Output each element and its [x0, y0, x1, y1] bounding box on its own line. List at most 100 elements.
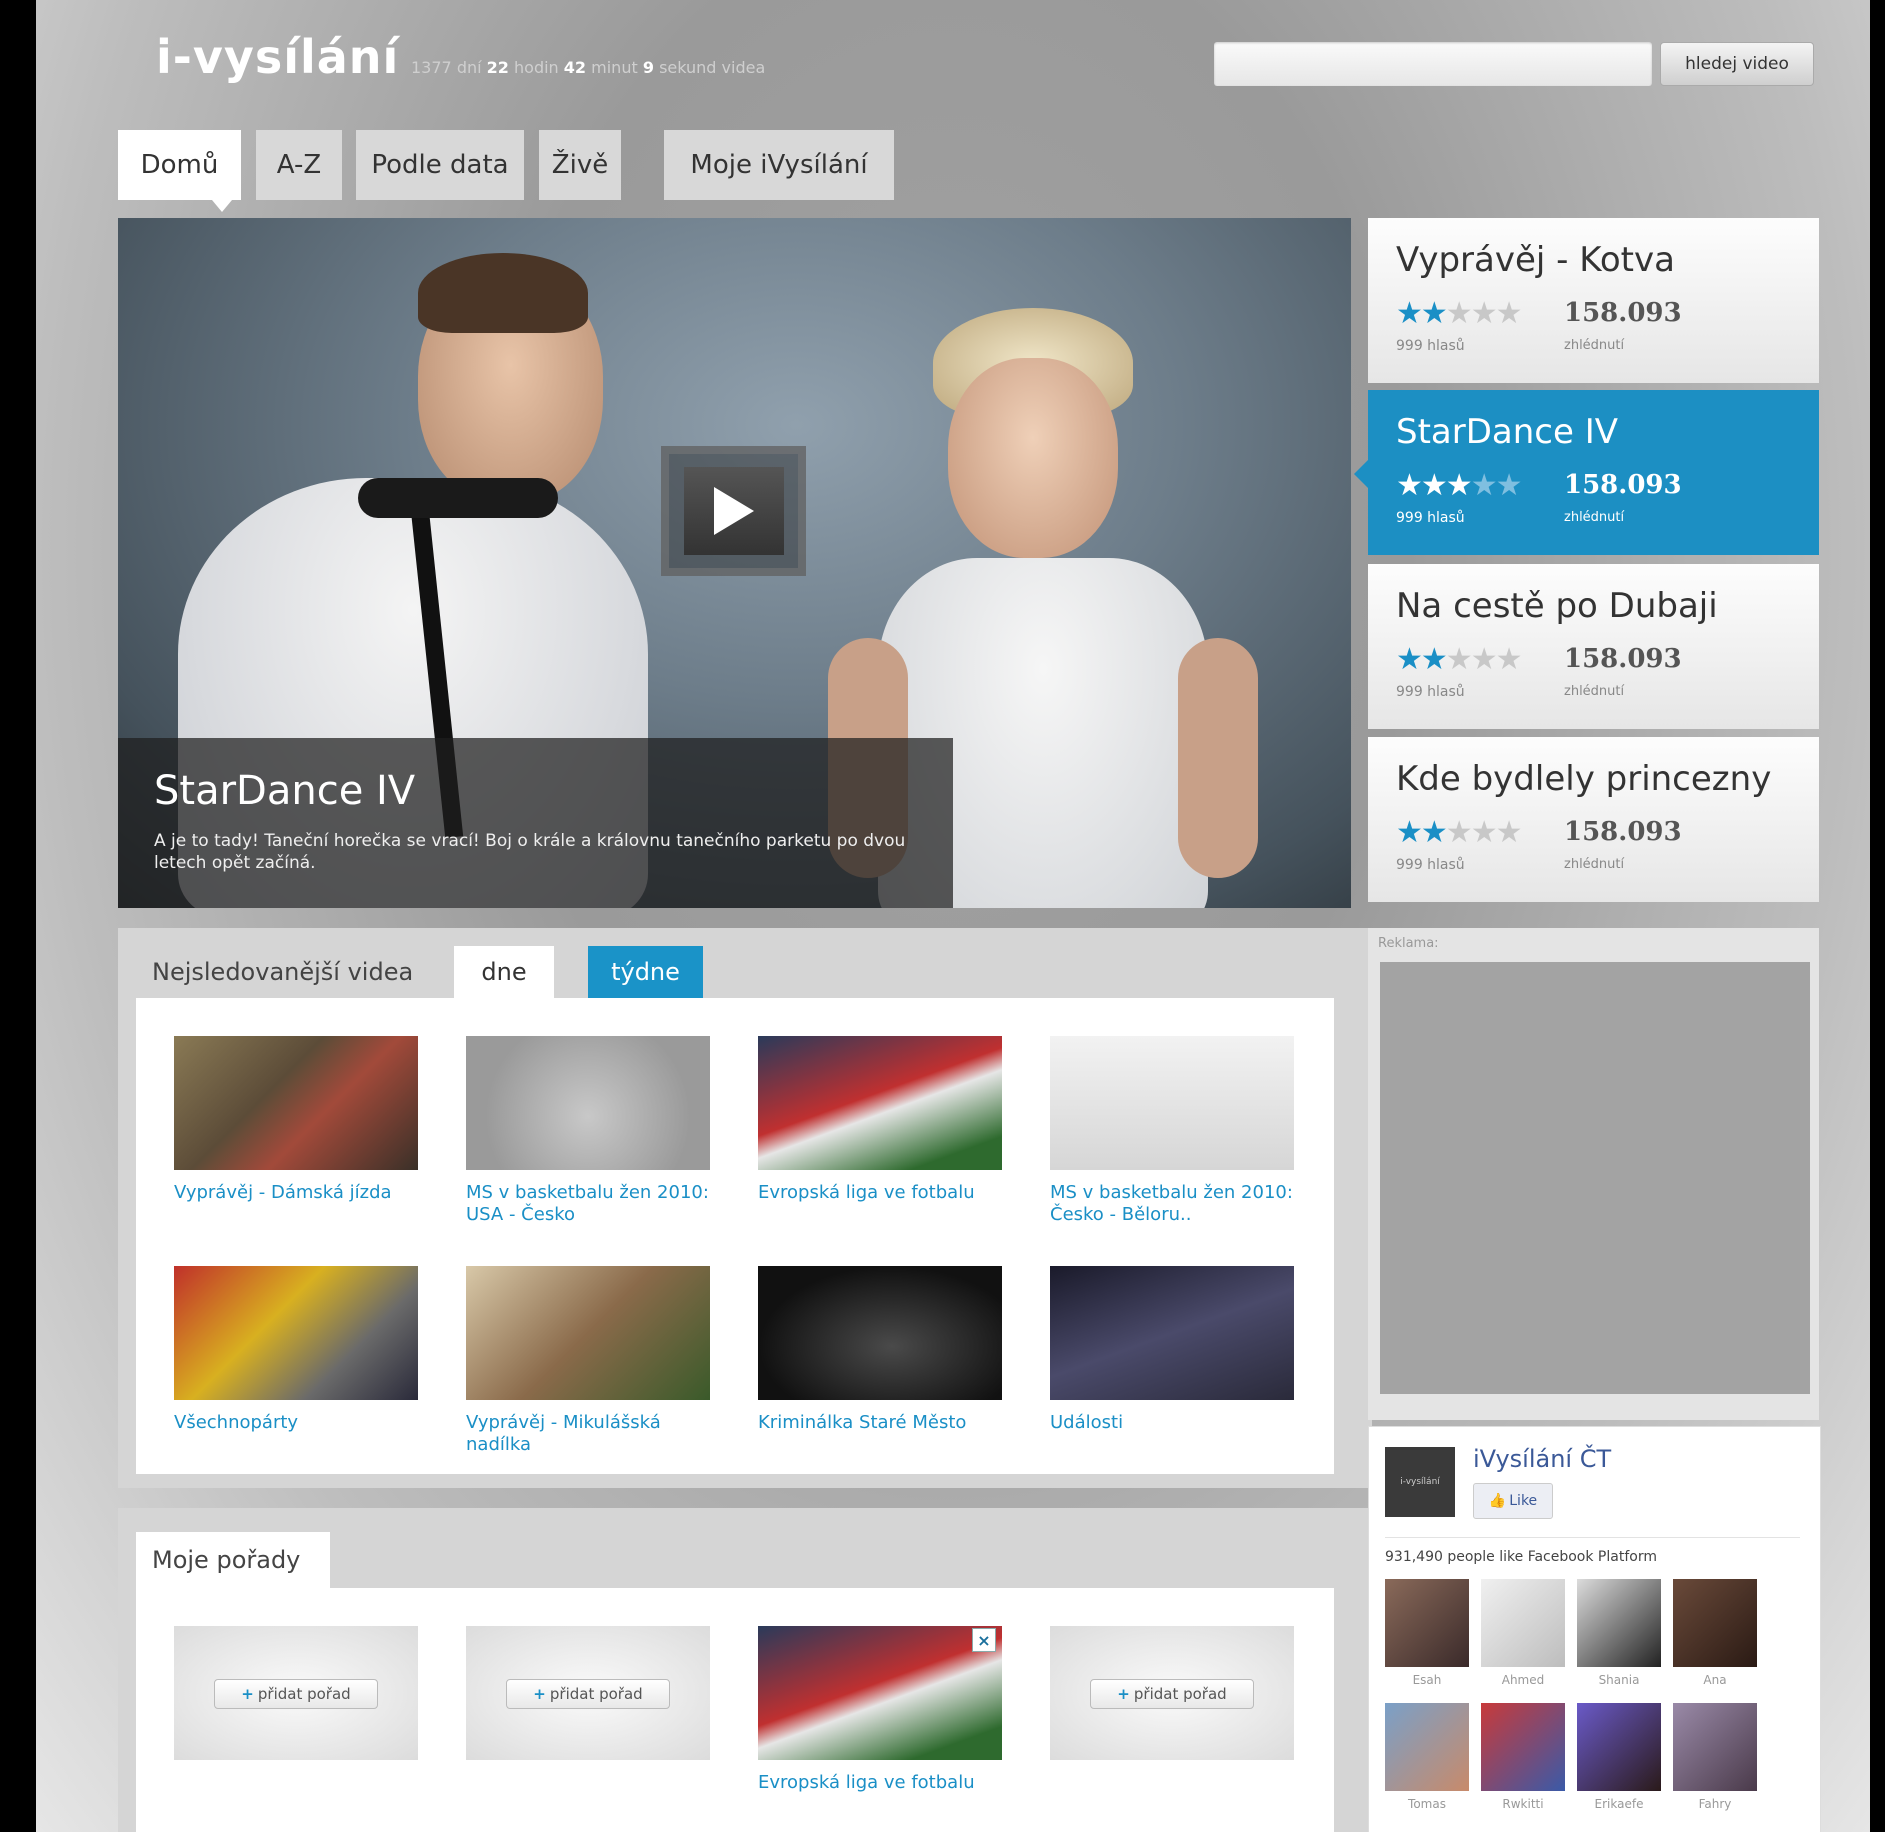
video-thumbnail[interactable] [1050, 1266, 1294, 1400]
video-thumbnail[interactable] [174, 1266, 418, 1400]
video-item[interactable]: Události [1050, 1266, 1294, 1434]
fan-avatar[interactable]: Shania [1577, 1579, 1661, 1687]
hero-caption: StarDance IV A je to tady! Taneční horeč… [118, 738, 953, 908]
add-show-button[interactable]: + přidat pořad [1090, 1679, 1254, 1709]
video-thumbnail[interactable] [174, 1036, 418, 1170]
fan-avatar[interactable]: Rwkitti [1481, 1703, 1565, 1811]
my-show-item[interactable]: × Evropská liga ve fotbalu [758, 1626, 1002, 1794]
active-tab-arrow [212, 200, 232, 212]
hero-title[interactable]: StarDance IV [154, 768, 415, 814]
tab-a-z[interactable]: A-Z [256, 130, 342, 200]
video-title[interactable]: Vyprávěj - Dámská jízda [174, 1182, 418, 1204]
my-shows-tab[interactable]: Moje pořady [136, 1532, 330, 1588]
my-shows-section: Moje pořady + přidat pořad + přidat pořad … [118, 1508, 1372, 1832]
video-item[interactable]: Všechnopárty [174, 1266, 418, 1434]
video-title[interactable]: MS v basketbalu žen 2010: Česko - Běloru… [1050, 1182, 1294, 1226]
views-count: 158.093 [1564, 644, 1682, 674]
show-slot-empty: + přidat pořad [466, 1626, 710, 1760]
featured-title: Vyprávěj - Kotva [1396, 240, 1675, 280]
video-title[interactable]: Všechnopárty [174, 1412, 418, 1434]
tab-my-ivysilani[interactable]: Moje iVysílání [664, 130, 894, 200]
views-label: zhlédnutí [1564, 338, 1625, 353]
video-item[interactable]: MS v basketbalu žen 2010: Česko - Běloru… [1050, 1036, 1294, 1226]
video-title[interactable]: MS v basketbalu žen 2010: USA - Česko [466, 1182, 710, 1226]
rating-stars: ★★★★★ [1396, 815, 1522, 850]
page: i-vysílání 1377 dní 22 hodin 42 minut 9 … [36, 0, 1870, 1832]
fan-avatar[interactable]: Ana [1673, 1579, 1757, 1687]
plus-icon: + [1117, 1685, 1130, 1703]
views-label: zhlédnutí [1564, 857, 1625, 872]
add-show-button[interactable]: + přidat pořad [214, 1679, 378, 1709]
my-shows-grid: + přidat pořad + přidat pořad × Evropská l… [136, 1588, 1334, 1832]
logo[interactable]: i-vysílání [156, 30, 399, 84]
like-button[interactable]: 👍 Like [1473, 1483, 1553, 1519]
video-item[interactable]: Kriminálka Staré Město [758, 1266, 1002, 1434]
video-item[interactable]: Vyprávěj - Mikulášská nadílka [466, 1266, 710, 1456]
video-title[interactable]: Kriminálka Staré Město [758, 1412, 1002, 1434]
page-logo[interactable]: i-vysílání [1385, 1447, 1455, 1517]
video-thumbnail[interactable] [466, 1266, 710, 1400]
views-count: 158.093 [1564, 817, 1682, 847]
ad-label: Reklama: [1378, 936, 1439, 951]
hero-video[interactable]: StarDance IV A je to tady! Taneční horeč… [118, 218, 1351, 908]
featured-title: Na cestě po Dubaji [1396, 586, 1718, 626]
video-title[interactable]: Události [1050, 1412, 1294, 1434]
facebook-widget: i-vysílání iVysílání ČT 👍 Like 931,490 pe… [1368, 1426, 1821, 1832]
rating-stars: ★★★★★ [1396, 296, 1522, 331]
video-item[interactable]: Vyprávěj - Dámská jízda [174, 1036, 418, 1204]
play-icon [683, 467, 784, 555]
video-title[interactable]: Evropská liga ve fotbalu [758, 1772, 1002, 1794]
featured-title: Kde bydlely princezny [1396, 759, 1772, 799]
featured-title: StarDance IV [1396, 412, 1618, 452]
search-input[interactable] [1214, 42, 1652, 86]
tab-home[interactable]: Domů [118, 130, 241, 200]
search-button[interactable]: hledej video [1660, 42, 1814, 86]
views-label: zhlédnutí [1564, 684, 1625, 699]
plus-icon: + [241, 1685, 254, 1703]
ad-slot[interactable] [1380, 962, 1810, 1394]
facebook-page-name[interactable]: iVysílání ČT [1473, 1445, 1611, 1473]
show-slot-empty: + přidat pořad [174, 1626, 418, 1760]
video-thumbnail[interactable] [758, 1266, 1002, 1400]
fan-avatar[interactable]: Tomas [1385, 1703, 1469, 1811]
close-icon[interactable]: × [972, 1628, 996, 1652]
fan-avatar[interactable]: Erikaefe [1577, 1703, 1661, 1811]
thumbs-up-icon: 👍 [1488, 1493, 1507, 1509]
active-arrow [1354, 460, 1368, 488]
views-label: zhlédnutí [1564, 510, 1625, 525]
video-grid: Vyprávěj - Dámská jízda MS v basketbalu … [136, 998, 1334, 1474]
video-thumbnail[interactable] [758, 1626, 1002, 1760]
views-count: 158.093 [1564, 470, 1682, 500]
featured-item[interactable]: Na cestě po Dubaji ★★★★★ 158.093 999 hla… [1368, 564, 1819, 729]
votes-count: 999 hlasů [1396, 338, 1465, 354]
add-show-button[interactable]: + přidat pořad [506, 1679, 670, 1709]
featured-item-active[interactable]: StarDance IV ★★★★★ 158.093 999 hlasů zhl… [1354, 390, 1819, 555]
video-thumbnail[interactable] [466, 1036, 710, 1170]
video-title[interactable]: Vyprávěj - Mikulášská nadílka [466, 1412, 710, 1456]
video-thumbnail[interactable] [1050, 1036, 1294, 1170]
play-button[interactable] [661, 446, 806, 576]
divider [1385, 1537, 1800, 1538]
fan-avatar[interactable]: Esah [1385, 1579, 1469, 1687]
votes-count: 999 hlasů [1396, 510, 1465, 526]
tab-week[interactable]: týdne [588, 946, 703, 998]
video-item[interactable]: Evropská liga ve fotbalu [758, 1036, 1002, 1204]
tab-by-date[interactable]: Podle data [356, 130, 524, 200]
video-time-counter: 1377 dní 22 hodin 42 minut 9 sekund vide… [411, 58, 766, 77]
views-count: 158.093 [1564, 298, 1682, 328]
video-item[interactable]: MS v basketbalu žen 2010: USA - Česko [466, 1036, 710, 1226]
featured-item[interactable]: Vyprávěj - Kotva ★★★★★ 158.093 999 hlasů… [1368, 218, 1819, 383]
advertisement-box: Reklama: [1368, 928, 1819, 1420]
rating-stars: ★★★★★ [1396, 468, 1522, 503]
hero-description: A je to tady! Taneční horečka se vrací! … [154, 831, 906, 873]
video-thumbnail[interactable] [758, 1036, 1002, 1170]
likes-count: 931,490 people like Facebook Platform [1385, 1549, 1657, 1565]
most-watched-section: Nejsledovanější videa dne týdne Vyprávěj… [118, 928, 1372, 1488]
featured-item[interactable]: Kde bydlely princezny ★★★★★ 158.093 999 … [1368, 737, 1819, 902]
fan-avatar[interactable]: Fahry [1673, 1703, 1757, 1811]
fan-avatar[interactable]: Ahmed [1481, 1579, 1565, 1687]
rating-stars: ★★★★★ [1396, 642, 1522, 677]
video-title[interactable]: Evropská liga ve fotbalu [758, 1182, 1002, 1204]
tab-day[interactable]: dne [454, 946, 554, 998]
tab-live[interactable]: Živě [539, 130, 621, 200]
